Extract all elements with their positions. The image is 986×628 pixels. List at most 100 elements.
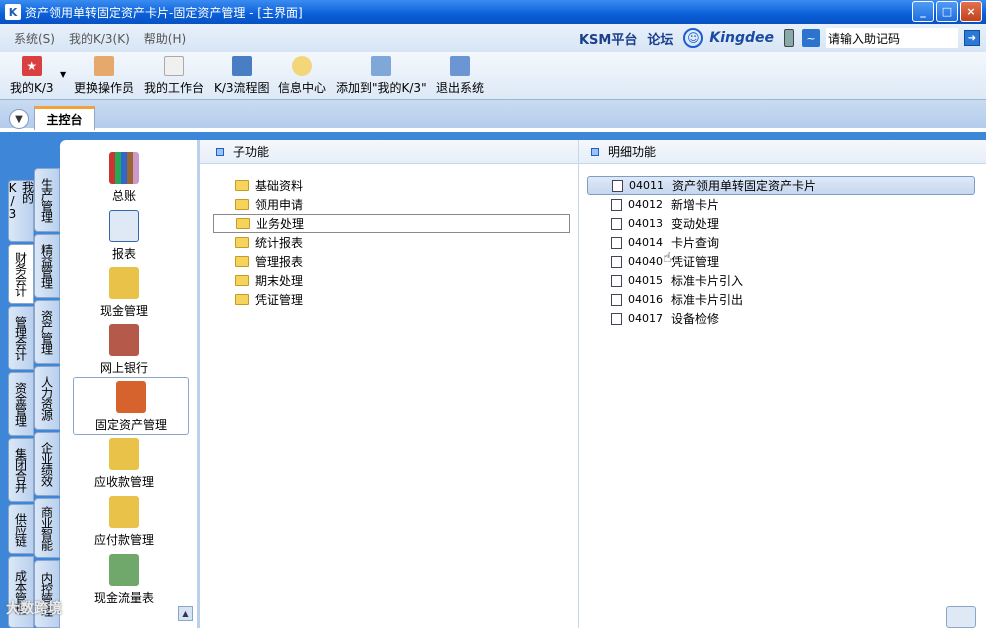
module-category-tabs: 我的K/3 财务会计 管理会计 资金管理 集团合并 供应链 成本管理 [6, 180, 35, 628]
menu-bar: 系统(S) 我的K/3(K) 帮助(H) KSM平台 论坛 ☺ Kingdee … [0, 24, 986, 52]
vtab-lean-management[interactable]: 精益管理 [34, 234, 60, 298]
folder-management-reports[interactable]: 管理报表 [213, 252, 570, 271]
hint-icon: ~ [802, 29, 820, 47]
nav-item-cash-management[interactable]: 现金管理 [60, 267, 188, 319]
detail-item[interactable]: 04013 变动处理 [587, 214, 975, 233]
folder-icon [235, 199, 249, 210]
users-icon [94, 56, 114, 76]
vtab-asset-management[interactable]: 资产管理 [34, 300, 60, 364]
nav-item-cash-flow[interactable]: 现金流量表 [60, 554, 188, 606]
watermark: 大数跨境 [6, 601, 62, 617]
cash-flow-icon [109, 554, 139, 586]
nav-item-reports[interactable]: 报表 [60, 210, 188, 262]
dropdown-arrow-icon[interactable]: ▼ [60, 70, 66, 79]
folder-icon [235, 294, 249, 305]
close-icon[interactable]: × [960, 1, 982, 22]
document-icon [611, 293, 622, 306]
vtab-business-intelligence[interactable]: 商业智能 [34, 498, 60, 558]
menu-system[interactable]: 系统(S) [14, 30, 55, 47]
folder-icon [235, 256, 249, 267]
coins-icon [109, 496, 139, 528]
nav-item-receivables[interactable]: 应收款管理 [60, 438, 188, 490]
tool-my-k3[interactable]: ★ 我的K/3 [10, 54, 54, 96]
tool-flowchart[interactable]: K/3流程图 [214, 54, 270, 96]
detail-item[interactable]: 04040 凭证管理 [587, 252, 975, 271]
document-icon [611, 274, 622, 287]
title-bar: K 资产领用单转固定资产卡片-固定资产管理 - [主界面] _ □ × [0, 0, 986, 24]
folder-open-icon [236, 218, 250, 229]
tool-info-center[interactable]: 信息中心 [278, 54, 326, 96]
vtab-supply-chain[interactable]: 供应链 [8, 504, 34, 554]
menu-help[interactable]: 帮助(H) [144, 30, 186, 47]
document-icon [611, 255, 622, 268]
folder-statistics-reports[interactable]: 统计报表 [213, 233, 570, 252]
toolbar: ★ 我的K/3 ▼ 更换操作员 我的工作台 K/3流程图 信息中心 添加到"我的… [0, 52, 986, 100]
tool-add-to-my-k3[interactable]: 添加到"我的K/3" [336, 54, 427, 96]
vtab-my-k3[interactable]: 我的K/3 [6, 180, 35, 242]
tool-exit[interactable]: 退出系统 [436, 54, 484, 96]
minimize-icon[interactable]: _ [912, 1, 934, 22]
document-icon [612, 179, 623, 192]
tool-change-operator[interactable]: 更换操作员 [74, 54, 134, 96]
forum-link[interactable]: 论坛 [647, 29, 673, 48]
vtab-human-resources[interactable]: 人力资源 [34, 366, 60, 430]
tab-menu-chevron-icon[interactable]: ▼ [9, 109, 29, 129]
hint-code-input[interactable] [826, 28, 958, 48]
k3-app-icon: K [5, 4, 21, 20]
nav-item-fixed-assets[interactable]: 固定资产管理 [73, 377, 189, 435]
folder-basic-data[interactable]: 基础资料 [213, 176, 570, 195]
money-bag-icon [109, 438, 139, 470]
divider [0, 130, 986, 132]
document-icon [611, 217, 622, 230]
flowchart-icon [231, 56, 252, 76]
vtab-group-consolidation[interactable]: 集团合并 [8, 438, 34, 502]
menu-my-k3[interactable]: 我的K/3(K) [69, 30, 130, 47]
folder-icon [235, 180, 249, 191]
folder-voucher-management[interactable]: 凭证管理 [213, 290, 570, 309]
document-icon [611, 236, 622, 249]
tab-main-console[interactable]: 主控台 [34, 106, 95, 130]
tool-workbench[interactable]: 我的工作台 [144, 54, 204, 96]
sub-function-panel: 子功能 基础资料 领用申请 业务处理 统计报表 管理报表 期末处理 凭证管理 [200, 140, 578, 628]
detail-item[interactable]: 04015 标准卡片引入 [587, 271, 975, 290]
maximize-icon[interactable]: □ [936, 1, 958, 22]
detail-item[interactable]: 04016 标准卡片引出 [587, 290, 975, 309]
vtab-financial-accounting[interactable]: 财务会计 [8, 244, 34, 304]
tab-strip: ▼ 主控台 [0, 100, 986, 130]
header-square-icon [591, 147, 599, 156]
detail-function-header: 明细功能 [579, 140, 986, 164]
detail-item[interactable]: 04017 设备检修 [587, 309, 975, 328]
folder-business-processing[interactable]: 业务处理 [213, 214, 570, 233]
vtab-fund-management[interactable]: 资金管理 [8, 372, 34, 436]
detail-item[interactable]: 04012 新增卡片 [587, 195, 975, 214]
detail-item[interactable]: 04014 卡片查询 [587, 233, 975, 252]
detail-list: 04011 资产领用单转固定资产卡片 04012 新增卡片 04013 变动处理 04… [587, 176, 975, 328]
message-icon [292, 56, 312, 76]
vtab-management-accounting[interactable]: 管理会计 [8, 306, 34, 370]
scroll-up-icon[interactable]: ▲ [178, 606, 193, 621]
window-title: 资产领用单转固定资产卡片-固定资产管理 - [主界面] [25, 5, 303, 20]
nav-item-payables[interactable]: 应付款管理 [60, 496, 188, 548]
nav-item-online-bank[interactable]: 网上银行 [60, 324, 188, 376]
vtab-production-management[interactable]: 生产管理 [34, 168, 60, 232]
add-favorite-icon [371, 56, 392, 76]
folder-period-end[interactable]: 期末处理 [213, 271, 570, 290]
ksm-platform-link[interactable]: KSM平台 [579, 29, 637, 48]
header-square-icon [216, 147, 224, 156]
cash-bag-icon [109, 267, 139, 299]
smiley-icon[interactable]: ☺ [683, 28, 704, 48]
detail-function-panel: 明细功能 04011 资产领用单转固定资产卡片 04012 新增卡片 04013 变动… [579, 140, 986, 628]
detail-item[interactable]: 04011 资产领用单转固定资产卡片 [587, 176, 975, 195]
vtab-enterprise-performance[interactable]: 企业绩效 [34, 432, 60, 496]
module-nav-panel: 总账 报表 现金管理 网上银行 固定资产管理 应收款管理 应付款管理 现金流量表… [60, 140, 197, 628]
mail-icon[interactable] [946, 606, 976, 628]
document-icon [611, 312, 622, 325]
phone-icon[interactable] [784, 29, 794, 47]
folder-icon [235, 275, 249, 286]
report-icon [109, 210, 139, 242]
kingdee-logo: Kingdee [709, 30, 774, 46]
pen-icon [164, 56, 184, 76]
nav-item-general-ledger[interactable]: 总账 [60, 152, 188, 204]
folder-requisition[interactable]: 领用申请 [213, 195, 570, 214]
go-arrow-icon[interactable]: ➜ [964, 30, 980, 46]
